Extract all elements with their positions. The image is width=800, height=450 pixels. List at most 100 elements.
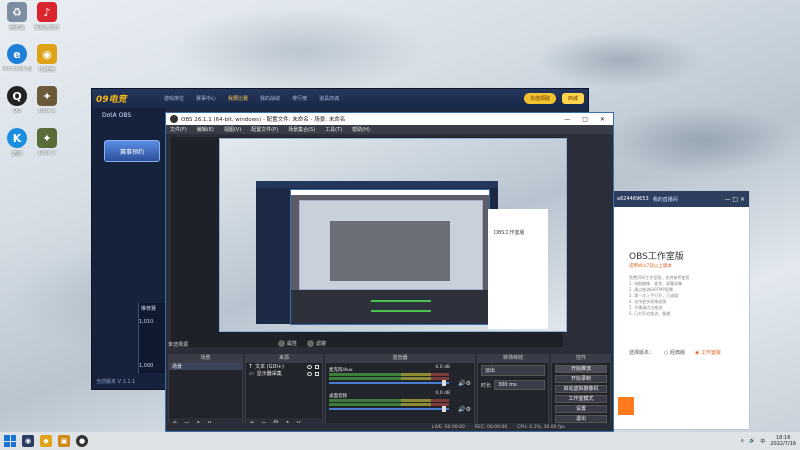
- version-classic-radio[interactable]: ○ 经典版: [664, 349, 685, 356]
- game-nav-item-active[interactable]: 我要比赛: [228, 95, 248, 102]
- game-nav-item[interactable]: 排行榜: [292, 95, 307, 102]
- filters-tab[interactable]: 滤镜: [307, 340, 326, 347]
- game-header-buttons: 充值领取 商城: [523, 93, 584, 104]
- tray-expand-icon[interactable]: ∧: [740, 438, 744, 444]
- gear-icon: [278, 340, 285, 347]
- game-nav-item[interactable]: 我的战绩: [260, 95, 280, 102]
- ime-icon[interactable]: 中: [760, 438, 765, 445]
- desktop-icon-label: QQ: [13, 108, 21, 114]
- scene-item[interactable]: 场景: [169, 363, 242, 370]
- event-badge-button[interactable]: 赛事预约: [104, 140, 160, 162]
- obs-logo-icon: [170, 115, 178, 123]
- virtual-camera-button[interactable]: 启动虚拟摄像机: [555, 385, 607, 393]
- desktop-icon-09esports[interactable]: ◉ 09电竞: [32, 44, 62, 73]
- menu-file[interactable]: 文件(F): [170, 126, 187, 133]
- chart-value-top: 1,010: [139, 319, 154, 325]
- desktop-icon-recycle-bin[interactable]: ♻ 回收站: [2, 2, 32, 31]
- game-nav-item[interactable]: 赛事中心: [196, 95, 216, 102]
- obs-window: OBS 26.1.1 (64-bit, windows) - 配置文件: 未命名…: [165, 112, 614, 432]
- visibility-icon[interactable]: [307, 364, 312, 369]
- preview-studio-title: OBS工作室版: [494, 230, 525, 236]
- live-status: LIVE: 00:00:00: [432, 424, 465, 430]
- start-recording-button[interactable]: 开始录制: [555, 375, 607, 383]
- menu-edit[interactable]: 编辑(E): [197, 126, 214, 133]
- menu-view[interactable]: 视图(V): [224, 126, 241, 133]
- speaker-icon[interactable]: 🔊⚙: [458, 406, 471, 413]
- game-nav-item[interactable]: 道具商城: [319, 95, 339, 102]
- mall-button[interactable]: 商城: [561, 93, 584, 104]
- volume-slider-handle[interactable]: [442, 406, 446, 412]
- menu-profile[interactable]: 配置文件(P): [251, 126, 278, 133]
- minimize-icon[interactable]: —: [564, 116, 570, 123]
- menu-help[interactable]: 帮助(H): [352, 126, 370, 133]
- chart-label: 推荐赛: [141, 306, 157, 312]
- volume-meter: [329, 399, 449, 402]
- menu-scene-collection[interactable]: 场景集合(S): [288, 126, 315, 133]
- recycle-bin-icon: ♻: [7, 2, 27, 22]
- desktop-icon-dota[interactable]: ✦ Dota 2: [32, 86, 62, 114]
- source-item-label: 文本 (GDI+): [255, 364, 284, 370]
- game-header: 09电竞 游戏排位 赛事中心 我要比赛 我的战绩 排行榜 道具商城 充值领取 商…: [92, 89, 588, 108]
- version-selector-label: 选择版本：: [629, 350, 655, 356]
- studio-action-button[interactable]: [618, 397, 634, 415]
- taskbar-app-obs[interactable]: ●: [76, 435, 88, 447]
- lock-icon[interactable]: [315, 371, 319, 376]
- preview-desktop-capture: OBS工作室版: [219, 138, 567, 332]
- volume-slider[interactable]: [329, 408, 449, 410]
- mixer-track-db: 0.0 dB: [435, 391, 450, 396]
- duration-label: 时长: [481, 382, 492, 389]
- exit-button[interactable]: 退出: [555, 415, 607, 423]
- clock[interactable]: 18:16 2022/7/16: [770, 435, 796, 447]
- recharge-button[interactable]: 充值领取: [523, 93, 556, 104]
- obs-preview[interactable]: OBS工作室版: [171, 137, 567, 347]
- system-tray: ∧ 🔊 中 18:16 2022/7/16: [740, 435, 800, 447]
- taskbar-app-studio[interactable]: ◆: [40, 435, 52, 447]
- source-item[interactable]: T 文本 (GDI+): [246, 363, 322, 370]
- settings-button[interactable]: 设置: [555, 405, 607, 413]
- start-streaming-button[interactable]: 开始推流: [555, 365, 607, 373]
- properties-tab[interactable]: 属性: [278, 340, 297, 347]
- obs-status-bar: LIVE: 00:00:00 REC: 00:00:00 CPU: 0.1%, …: [166, 423, 613, 431]
- obs-menubar: 文件(F) 编辑(E) 视图(V) 配置文件(P) 场景集合(S) 工具(T) …: [166, 125, 613, 134]
- taskbar-app-09esports[interactable]: ◉: [22, 435, 34, 447]
- desktop-icon-qq[interactable]: Q QQ: [2, 86, 32, 114]
- studio-mode-button[interactable]: 工作室模式: [555, 395, 607, 403]
- studio-window-controls[interactable]: — □ ×: [724, 196, 745, 203]
- game-logo: 09电竞: [96, 95, 127, 105]
- transition-duration-row: 时长 300 ms: [478, 378, 548, 392]
- transition-select[interactable]: 淡出: [481, 365, 545, 376]
- clock-date: 2022/7/16: [770, 441, 796, 447]
- game-nav-item[interactable]: 游戏排位: [164, 95, 184, 102]
- desktop-icon-kugou[interactable]: K 酷狗: [2, 128, 32, 157]
- desktop-icon-label: 酷狗: [11, 151, 22, 157]
- desktop-icon-netease-music[interactable]: ♪ 网易云音乐: [32, 2, 62, 31]
- volume-slider-handle[interactable]: [442, 380, 446, 386]
- desktop-icon-dota-2[interactable]: ✦ Dota 2: [32, 128, 62, 156]
- obs-window-title: OBS 26.1.1 (64-bit, windows) - 配置文件: 未命名…: [181, 117, 346, 123]
- filter-icon: [307, 340, 315, 347]
- windows-start-icon[interactable]: [4, 435, 16, 447]
- studio-title: OBS工作室版: [629, 252, 684, 262]
- volume-slider[interactable]: [329, 382, 449, 384]
- menu-tools[interactable]: 工具(T): [325, 126, 342, 133]
- duration-input[interactable]: 300 ms: [494, 380, 545, 390]
- preview-nested-obs: [330, 221, 450, 281]
- studio-my-room-link[interactable]: 我的直播间: [653, 196, 678, 203]
- lock-icon[interactable]: [315, 364, 319, 369]
- properties-tab-label: 属性: [287, 341, 298, 347]
- visibility-icon[interactable]: [307, 371, 312, 376]
- preview-nested-capture: [299, 200, 483, 290]
- esports-icon: ◉: [37, 44, 57, 64]
- studio-description: 免费OBS工作室版，仅供参考使用 1. 电脑摄像、麦克、屏幕采集 2. 通过推流…: [629, 275, 743, 317]
- speaker-icon[interactable]: 🔊⚙: [458, 380, 471, 387]
- desktop-icon-edge[interactable]: e Microsoft Edge: [2, 44, 32, 72]
- taskbar-app-folder[interactable]: ▣: [58, 435, 70, 447]
- close-icon[interactable]: ✕: [600, 116, 605, 123]
- version-studio-radio[interactable]: ◉ 工作室版: [695, 349, 721, 356]
- volume-icon[interactable]: 🔊: [749, 438, 755, 444]
- mixer-track-db: 0.0 dB: [435, 365, 450, 370]
- source-item[interactable]: ▭ 显示器采集: [246, 370, 322, 377]
- version-selector: 选择版本： ○ 经典版 ◉ 工作室版: [629, 349, 749, 356]
- maximize-icon[interactable]: □: [582, 116, 588, 123]
- studio-window: a624469653 我的直播间 — □ × OBS工作室版 适用Win7及以上…: [612, 190, 750, 430]
